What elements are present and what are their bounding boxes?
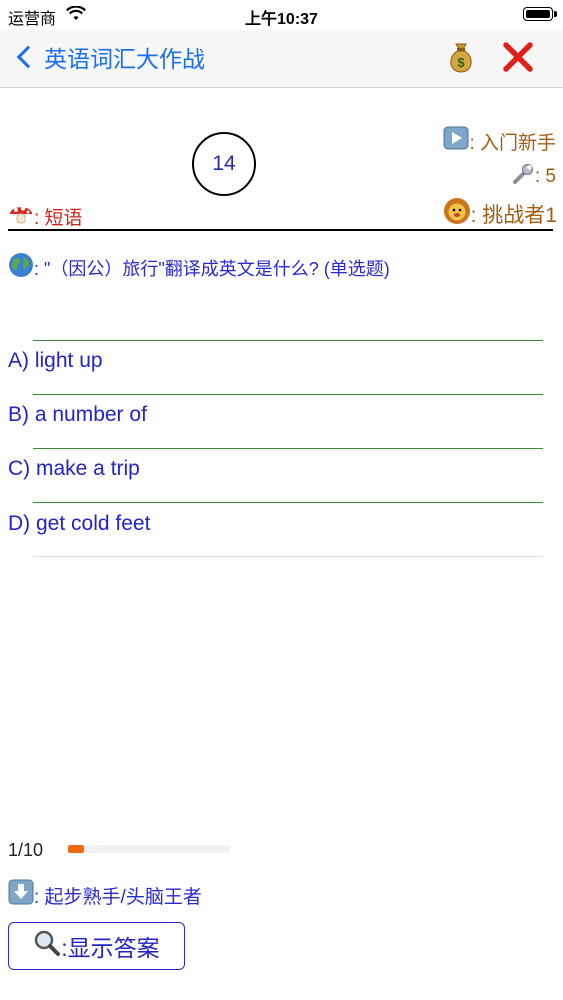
back-button[interactable]: 英语词汇大作战 [14,42,205,72]
status-time: 上午10:37 [245,11,318,28]
back-button-label: 英语词汇大作战 [44,46,205,72]
level-info: : 入门新手 [443,126,556,156]
battery-icon [523,7,557,21]
tools-label: : 5 [534,166,556,187]
option-d[interactable]: D) get cold feet [8,506,543,542]
category-label: : 短语 [34,207,83,229]
chevron-left-icon [16,45,40,69]
option-divider [33,448,543,449]
progress-fill [68,845,84,853]
next-level-info: : 起步熟手/头脑王者 [8,879,202,911]
next-level-label: : 起步熟手/头脑王者 [34,886,202,908]
globe-icon [8,252,34,283]
money-bag-icon[interactable]: $ [446,40,476,74]
mushroom-icon [8,201,34,231]
header-divider [8,229,553,231]
option-divider [33,556,543,557]
lion-icon [443,197,471,231]
countdown-timer: 14 [192,132,256,196]
option-divider [33,502,543,503]
navigation-bar: 英语词汇大作战 $ [0,30,563,88]
progress-track [68,845,230,853]
magnifier-icon [33,929,61,963]
wrench-icon [511,162,535,192]
svg-text:$: $ [457,55,465,70]
tools-count: : 5 [511,162,556,192]
progress-label: 1/10 [8,840,44,860]
option-divider [33,394,543,395]
play-icon [443,126,469,156]
level-label: : 入门新手 [469,132,556,154]
status-bar: 运营商 上午10:37 [0,0,563,30]
show-answer-label: :显示答案 [61,935,160,961]
down-arrow-icon [8,879,34,911]
question-label: : "（因公）旅行"翻译成英文是什么? (单选题) [34,258,390,279]
player-label: : 挑战者1 [470,204,557,227]
option-c[interactable]: C) make a trip [8,451,543,487]
option-a[interactable]: A) light up [8,343,543,379]
option-b[interactable]: B) a number of [8,397,543,433]
show-answer-button[interactable]: :显示答案 [8,922,185,970]
close-icon[interactable] [500,39,536,75]
question-text: : "（因公）旅行"翻译成英文是什么? (单选题) [8,252,553,283]
category-info: : 短语 [8,201,83,231]
player-info: : 挑战者1 [443,197,557,231]
option-divider [33,340,543,341]
